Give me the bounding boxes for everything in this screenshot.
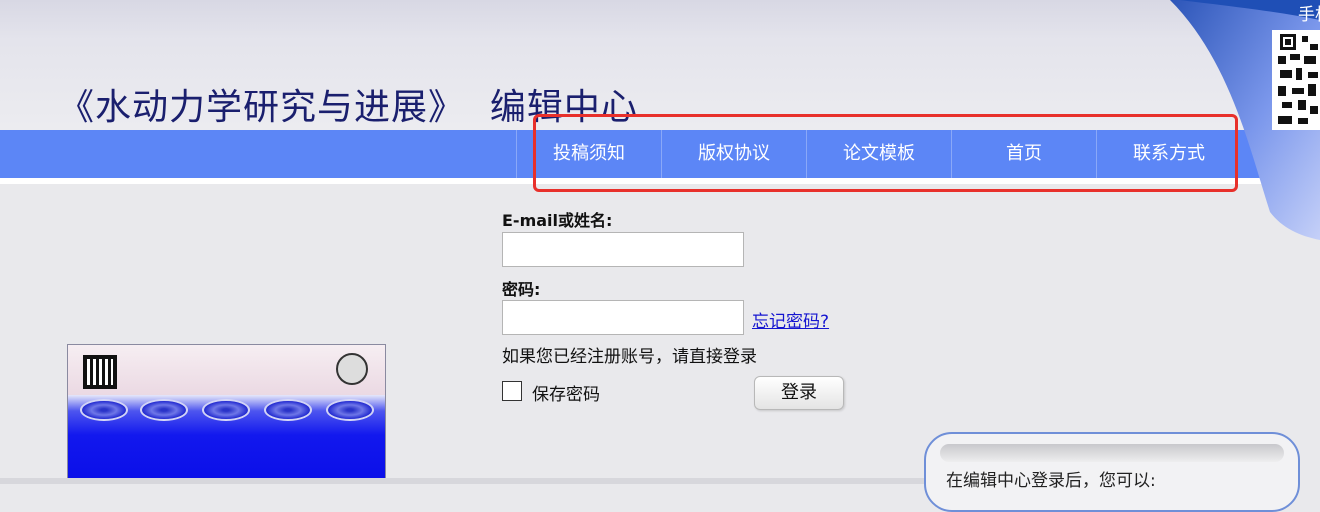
- save-password-label: 保存密码: [532, 385, 600, 405]
- qr-caption: 手机: [1298, 5, 1320, 25]
- qr-code-icon: [1272, 30, 1320, 130]
- login-button[interactable]: 登录: [754, 376, 844, 410]
- info-panel-text: 在编辑中心登录后，您可以:: [946, 471, 1156, 491]
- login-hint: 如果您已经注册账号，请直接登录: [502, 347, 757, 367]
- save-password-checkbox[interactable]: [502, 381, 522, 401]
- email-input[interactable]: [502, 232, 744, 267]
- email-label: E-mail或姓名:: [502, 211, 613, 230]
- password-label: 密码:: [502, 280, 541, 299]
- forgot-password-link[interactable]: 忘记密码?: [752, 307, 829, 332]
- cover-seal-icon: [336, 353, 368, 385]
- password-input[interactable]: [502, 300, 744, 335]
- content-divider: [0, 478, 924, 484]
- nav-highlight-annotation: [533, 114, 1238, 192]
- journal-cover-image: [67, 344, 386, 484]
